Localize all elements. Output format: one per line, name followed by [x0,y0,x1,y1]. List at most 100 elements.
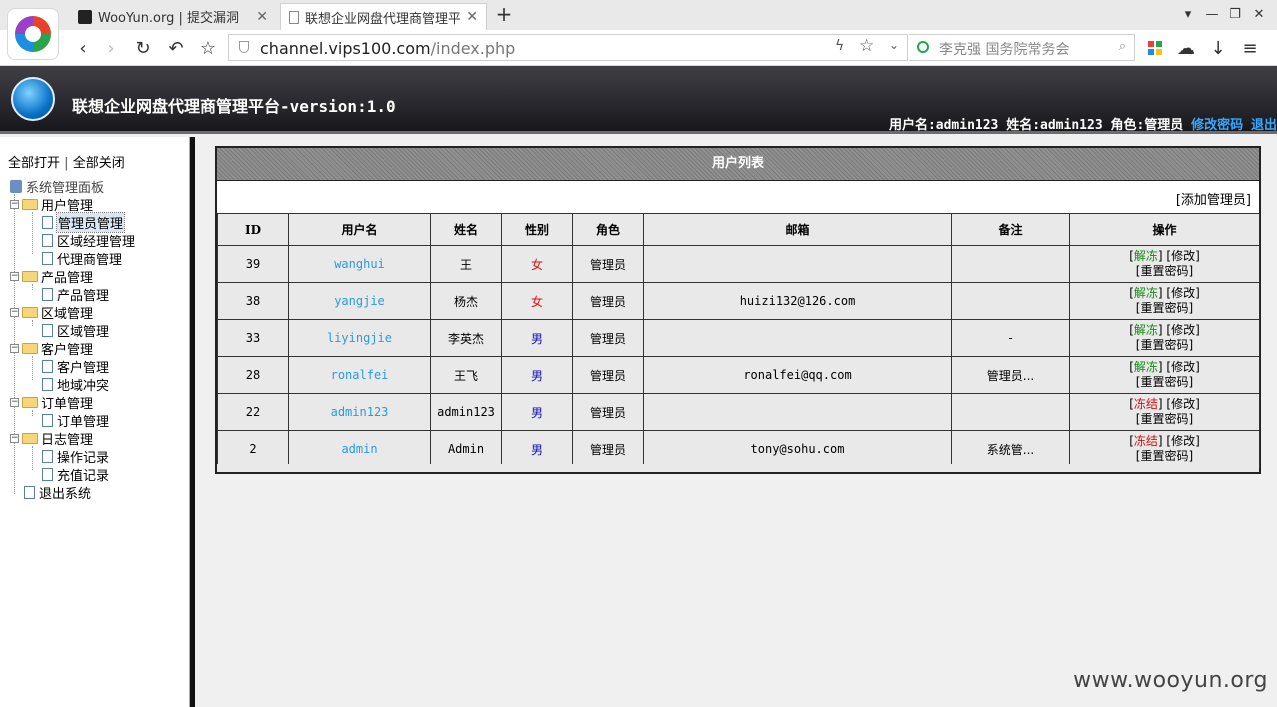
maximize-icon[interactable]: ❐ [1225,5,1245,25]
tree-item-region-management[interactable]: 区域管理 [42,321,109,340]
browser-tab-wooyun[interactable]: WooYun.org | 提交漏洞 ✕ [70,3,276,30]
username-link[interactable]: admin [288,430,431,468]
close-window-icon[interactable]: ✕ [1249,5,1269,25]
tree-root[interactable]: 系统管理面板 [10,177,104,196]
change-password-link[interactable]: 修改密码 [1191,118,1243,133]
logout-link[interactable]: 退出 [1251,118,1277,133]
reset-password-link[interactable]: 重置密码 [1140,338,1188,352]
download-icon[interactable]: ↓ [1207,37,1229,59]
tree-group-user[interactable]: − 用户管理 [10,195,93,214]
cell-actions: [解冻] [修改] [重置密码] [1069,356,1260,394]
tree-item-order-management[interactable]: 订单管理 [42,411,109,430]
reset-password-link[interactable]: 重置密码 [1140,412,1188,426]
folder-open-icon [22,270,38,282]
tree-item-product-management[interactable]: 产品管理 [42,285,109,304]
username-link[interactable]: liyingjie [288,319,431,357]
search-input[interactable]: 李克强 国务院常务会 [939,39,1069,59]
apps-grid-icon[interactable] [1144,37,1166,59]
favorite-star-icon[interactable]: ☆ [859,36,874,56]
browser-logo-icon[interactable] [7,8,59,60]
freeze-link[interactable]: 冻结 [1134,434,1158,448]
page-icon [42,215,53,229]
search-box[interactable]: 李克强 国务院常务会 ⌕ [909,34,1135,61]
undo-icon[interactable]: ↶ [165,37,187,59]
tree-group-product[interactable]: − 产品管理 [10,267,93,286]
tree-group-customer[interactable]: − 客户管理 [10,339,94,358]
collapse-icon[interactable]: − [10,343,19,353]
edit-link[interactable]: 修改 [1171,323,1195,337]
folder-open-icon [22,432,38,444]
column-header: 备注 [951,213,1070,246]
collapse-icon[interactable]: − [10,199,19,209]
collapse-icon[interactable]: − [10,397,19,407]
unfreeze-link[interactable]: 解冻 [1134,249,1158,263]
new-tab-button[interactable]: + [494,3,514,27]
tree-group-order[interactable]: − 订单管理 [10,393,93,412]
table-row: 2 admin Admin 男 管理员 tony@sohu.com 系统管...… [217,430,1260,468]
minimize-icon[interactable]: — [1202,5,1222,25]
cell-gender: 男 [501,430,573,468]
cell-name: Admin [430,430,502,468]
close-icon[interactable]: ✕ [256,9,268,25]
tree-item-operation-log[interactable]: 操作记录 [42,447,109,466]
tree-item-region-manager[interactable]: 区域经理管理 [42,231,136,250]
collapse-icon[interactable]: − [10,307,19,317]
edit-link[interactable]: 修改 [1171,360,1195,374]
browser-tab-active[interactable]: 联想企业网盘代理商管理平台 ✕ [280,3,487,30]
address-bar[interactable]: channel.vips100.com/index.php ϟ ☆ ⌄ [228,34,908,61]
reset-password-link[interactable]: 重置密码 [1140,264,1188,278]
bookmark-star-icon[interactable]: ☆ [197,37,219,59]
username-link[interactable]: wanghui [288,245,431,283]
tree-group-log[interactable]: − 日志管理 [10,429,93,448]
tree-item-recharge-log[interactable]: 充值记录 [42,465,110,484]
cloud-icon[interactable]: ☁ [1175,37,1197,59]
open-all-link[interactable]: 全部打开 [8,156,60,171]
reset-password-link[interactable]: 重置密码 [1140,449,1188,463]
tree-item-customer-management[interactable]: 客户管理 [42,357,110,376]
tree-item-logout[interactable]: 退出系统 [24,483,91,502]
app-title: 联想企业网盘代理商管理平台-version:1.0 [72,97,396,116]
search-icon[interactable]: ⌕ [1119,39,1126,54]
forward-icon[interactable]: › [100,37,122,59]
freeze-link[interactable]: 冻结 [1134,397,1158,411]
tree-group-label: 客户管理 [41,342,94,358]
tree-group-region[interactable]: − 区域管理 [10,303,93,322]
add-admin-link[interactable]: [添加管理员] [1176,189,1251,208]
username-link[interactable]: yangjie [288,282,431,320]
unfreeze-link[interactable]: 解冻 [1134,286,1158,300]
cell-role: 管理员 [572,356,644,394]
tree-item-agent-management[interactable]: 代理商管理 [42,249,122,268]
tree-item-label: 客户管理 [57,360,110,376]
database-logo-icon [11,77,55,121]
unfreeze-link[interactable]: 解冻 [1134,323,1158,337]
username-link[interactable]: ronalfei [288,356,431,394]
tree-item-label: 充值记录 [57,468,110,484]
edit-link[interactable]: 修改 [1171,434,1195,448]
edit-link[interactable]: 修改 [1171,397,1195,411]
close-icon[interactable]: ✕ [466,9,478,25]
username-link[interactable]: admin123 [288,393,431,431]
url-text[interactable]: channel.vips100.com/index.php [260,39,515,58]
reset-password-link[interactable]: 重置密码 [1140,301,1188,315]
column-header: 性别 [501,213,573,246]
menu-icon[interactable]: ≡ [1239,37,1261,59]
chevron-down-icon[interactable]: ⌄ [889,38,899,52]
frame-divider[interactable] [189,137,195,707]
reload-icon[interactable]: ↻ [132,37,154,59]
tree-item-admin-management[interactable]: 管理员管理 [42,211,126,233]
close-all-link[interactable]: 全部关闭 [73,156,125,171]
unfreeze-link[interactable]: 解冻 [1134,360,1158,374]
collapse-icon[interactable]: − [10,433,19,443]
table-row: 39 wanghui 王 女 管理员 [解冻] [修改] [重置密码] [217,245,1260,283]
lightning-icon[interactable]: ϟ [835,38,844,54]
browser-toolbar: ‹ › ↻ ↶ ☆ channel.vips100.com/index.php … [0,30,1277,66]
cell-note: - [951,319,1070,357]
back-icon[interactable]: ‹ [72,37,94,59]
edit-link[interactable]: 修改 [1171,249,1195,263]
edit-link[interactable]: 修改 [1171,286,1195,300]
reset-password-link[interactable]: 重置密码 [1140,375,1188,389]
tree-item-region-conflict[interactable]: 地域冲突 [42,375,109,394]
tree-item-label: 区域经理管理 [57,234,136,250]
shirt-icon[interactable]: ▾ [1178,5,1198,25]
collapse-icon[interactable]: − [10,271,19,281]
